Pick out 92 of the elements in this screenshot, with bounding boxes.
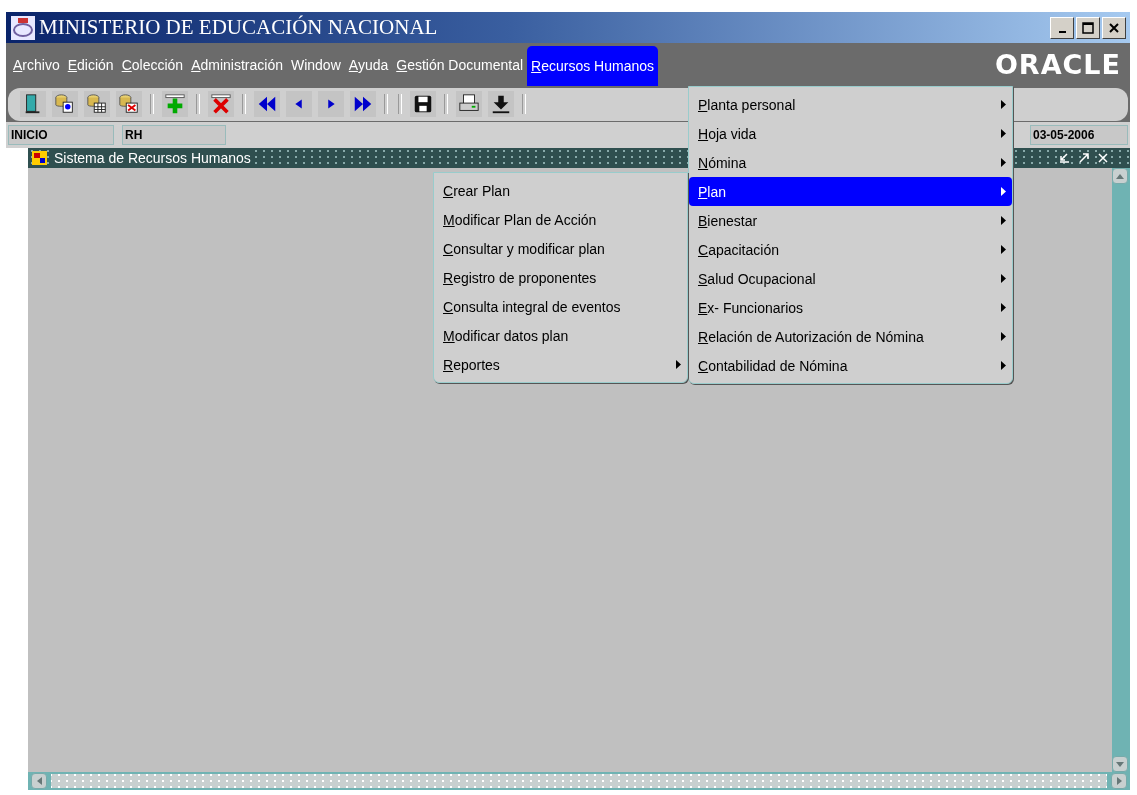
submenu-arrow-icon — [1001, 129, 1006, 138]
vertical-scrollbar[interactable] — [1112, 168, 1130, 772]
door-icon[interactable] — [20, 91, 46, 117]
submenu-option-label: Modificar Plan de Acción — [443, 211, 598, 228]
submenu-option-label: Consulta integral de eventos — [443, 298, 622, 315]
status-field: INICIO — [8, 125, 114, 145]
menu-item[interactable]: Edición — [63, 54, 118, 75]
minimize-icon — [1058, 30, 1066, 33]
download-icon[interactable] — [488, 91, 514, 117]
save-icon[interactable] — [410, 91, 436, 117]
submenu-arrow-icon — [1001, 361, 1006, 370]
submenu-arrow-icon — [1001, 303, 1006, 312]
menu-option[interactable]: Salud Ocupacional — [689, 264, 1012, 293]
submenu-option[interactable]: Consultar y modificar plan — [434, 234, 687, 263]
menu-option[interactable]: Contabilidad de Nómina — [689, 351, 1012, 380]
menu-option[interactable]: Planta personal — [689, 90, 1012, 119]
submenu-option[interactable]: Crear Plan — [434, 176, 687, 205]
submenu-option-label: Crear Plan — [443, 182, 511, 199]
menu-option-label: Capacitación — [698, 241, 780, 258]
scroll-left-button[interactable] — [31, 773, 47, 789]
menu-item[interactable]: Recursos Humanos — [527, 46, 659, 86]
menu-option[interactable]: Nómina — [689, 148, 1012, 177]
brand-logo: ORACLE — [994, 49, 1121, 80]
menu-option-label: Nómina — [698, 154, 748, 171]
previous-record-icon[interactable] — [286, 91, 312, 117]
down-arrow-icon — [1116, 761, 1124, 767]
menu-option[interactable]: Ex- Funcionarios — [689, 293, 1012, 322]
menu-option-label: Contabilidad de Nómina — [698, 357, 849, 374]
menu-option-label: Relación de Autorización de Nómina — [698, 328, 925, 345]
close-button[interactable] — [1102, 16, 1126, 39]
maximize-icon[interactable] — [1078, 152, 1090, 164]
maximize-icon — [1082, 21, 1094, 34]
menu-option-label: Hoja vida — [698, 125, 758, 142]
delete-icon[interactable] — [208, 91, 234, 117]
submenu-option[interactable]: Modificar datos plan — [434, 321, 687, 350]
menu-item[interactable]: Gestión Documental — [392, 54, 528, 75]
first-record-icon[interactable] — [254, 91, 280, 117]
close-icon — [1108, 21, 1120, 34]
horizontal-scrollbar[interactable] — [28, 772, 1130, 790]
maximize-button[interactable] — [1076, 16, 1100, 39]
submenu-option-label: Modificar datos plan — [443, 327, 570, 344]
submenu-option-label: Reportes — [443, 356, 501, 373]
plus-icon[interactable] — [162, 91, 188, 117]
menu-option-label: Bienestar — [698, 212, 759, 229]
menu-item[interactable]: Window — [286, 54, 345, 75]
submenu-option-label: Registro de proponentes — [443, 269, 598, 286]
submenu-option-label: Consultar y modificar plan — [443, 240, 606, 257]
database-delete-icon[interactable] — [116, 91, 142, 117]
scroll-up-button[interactable] — [1112, 168, 1128, 184]
submenu-arrow-icon — [1001, 216, 1006, 225]
menu-option[interactable]: Bienestar — [689, 206, 1012, 235]
app-icon — [32, 151, 47, 165]
next-record-icon[interactable] — [318, 91, 344, 117]
menu-option-label: Ex- Funcionarios — [698, 299, 805, 316]
close-icon[interactable] — [1098, 153, 1108, 163]
submenu-arrow-icon — [1001, 332, 1006, 341]
submenu-arrow-icon — [1001, 100, 1006, 109]
submenu-option[interactable]: Consulta integral de eventos — [434, 292, 687, 321]
app-icon — [10, 14, 36, 41]
date-field: 03-05-2006 — [1030, 125, 1128, 145]
submenu-option[interactable]: Reportes — [434, 350, 687, 379]
menu-option-label: Salud Ocupacional — [698, 270, 817, 287]
menu-option-label: Planta personal — [698, 96, 797, 113]
scroll-down-button[interactable] — [1112, 756, 1128, 772]
menu-option-label: Plan — [698, 183, 728, 200]
menu-item[interactable]: Administración — [187, 54, 287, 75]
menu-option[interactable]: Relación de Autorización de Nómina — [689, 322, 1012, 351]
submenu-arrow-icon — [1001, 274, 1006, 283]
right-arrow-icon — [1116, 777, 1122, 785]
printer-icon[interactable] — [456, 91, 482, 117]
submenu-arrow-icon — [1001, 158, 1006, 167]
window-title: MINISTERIO DE EDUCACIÓN NACIONAL — [39, 15, 439, 40]
left-arrow-icon — [36, 777, 42, 785]
minimize-icon[interactable] — [1058, 152, 1070, 164]
submenu-arrow-icon — [1001, 245, 1006, 254]
menu-option[interactable]: Hoja vida — [689, 119, 1012, 148]
menu-option[interactable]: Capacitación — [689, 235, 1012, 264]
submenu-arrow-icon — [1001, 187, 1006, 196]
database-table-icon[interactable] — [84, 91, 110, 117]
scroll-thumb[interactable] — [51, 774, 1107, 788]
menu-item[interactable]: Archivo — [9, 54, 64, 75]
up-arrow-icon — [1116, 173, 1124, 179]
submenu-option[interactable]: Registro de proponentes — [434, 263, 687, 292]
menu-item[interactable]: Ayuda — [344, 54, 393, 75]
submenu-option[interactable]: Modificar Plan de Acción — [434, 205, 687, 234]
last-record-icon[interactable] — [350, 91, 376, 117]
submenu-arrow-icon — [676, 360, 681, 369]
scroll-right-button[interactable] — [1111, 773, 1127, 789]
menu-option[interactable]: Plan — [689, 177, 1012, 206]
menu-item[interactable]: Colección — [117, 54, 188, 75]
minimize-button[interactable] — [1050, 16, 1074, 39]
status-field: RH — [122, 125, 226, 145]
